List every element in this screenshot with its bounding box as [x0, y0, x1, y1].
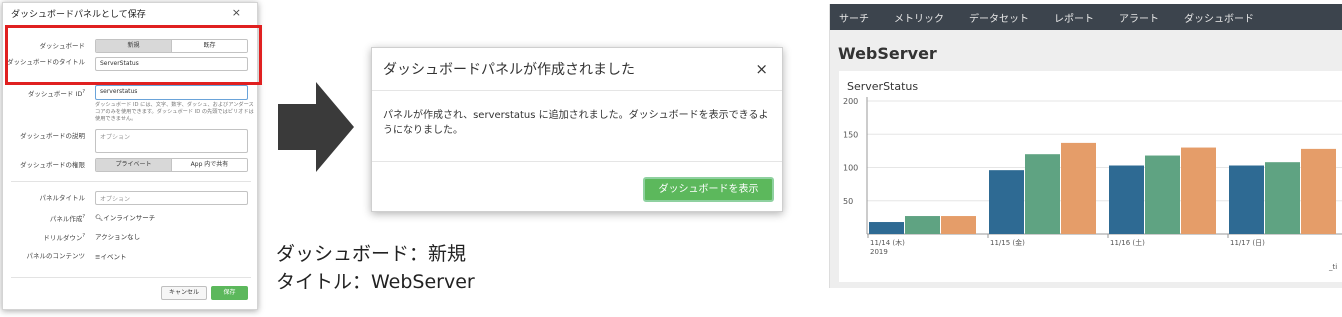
- content-label: パネルのコンテンツ: [26, 252, 86, 260]
- dialog-title: ダッシュボードパネルとして保存: [11, 10, 146, 20]
- nav-datasets[interactable]: データセット: [969, 10, 1029, 25]
- panel-create-label: パネル作成?: [49, 214, 85, 224]
- cancel-button[interactable]: キャンセル: [161, 286, 207, 300]
- dialog-title: ダッシュボードパネルが作成されました: [383, 62, 635, 78]
- close-icon[interactable]: ×: [755, 60, 768, 78]
- id-row: ダッシュボード ID? serverstatus: [3, 85, 259, 101]
- content-row: パネルのコンテンツ ≡イベント: [3, 249, 259, 265]
- nav-metrics[interactable]: メトリック: [894, 10, 944, 25]
- panel-title: ServerStatus: [847, 80, 919, 93]
- panel-create-value: 🔍︎インラインサーチ: [95, 214, 156, 222]
- caption: ダッシュボード：新規 タイトル：WebServer: [276, 240, 475, 296]
- bar-chart: 50 100 150 200 11/14 (木) 11/15 (金) 11/16 (土) 11…: [843, 97, 1342, 271]
- panel-title-input[interactable]: オプション: [95, 191, 248, 205]
- y-tick-label: 100: [843, 164, 858, 173]
- caption-line-dashboard: ダッシュボード：新規: [276, 243, 467, 265]
- dashboard-view: サーチ メトリック データセット レポート アラート ダッシュボード WebSe…: [829, 4, 1342, 288]
- x-tick-label: 11/14 (木): [870, 238, 905, 247]
- chart-bar: [1025, 154, 1060, 234]
- y-tick-label: 200: [843, 97, 858, 106]
- close-icon[interactable]: ×: [232, 6, 241, 19]
- panel-title-label: パネルタイトル: [39, 194, 86, 202]
- chart-bar: [1301, 148, 1336, 234]
- nav-reports[interactable]: レポート: [1054, 10, 1094, 25]
- description-textarea[interactable]: オプション: [95, 129, 248, 153]
- x-year-label: 2019: [870, 248, 888, 256]
- chart-panel: 50 100 150 200 11/14 (木) 11/15 (金) 11/16 (土) 11…: [839, 71, 1342, 282]
- dashboard-title: WebServer: [838, 44, 937, 63]
- footer-divider: [11, 277, 251, 278]
- x-tick-label: 11/15 (金): [990, 238, 1025, 247]
- content-value: ≡イベント: [95, 253, 127, 261]
- chart-bar: [1061, 142, 1096, 234]
- y-tick-label: 150: [843, 130, 858, 139]
- private-option[interactable]: プライベート: [96, 159, 171, 171]
- chart-bar: [1145, 155, 1180, 234]
- perm-row: ダッシュボードの権限 プライベート App 内で共有: [3, 158, 259, 174]
- chart-bar: [1109, 165, 1144, 234]
- chart-bar: [941, 216, 976, 234]
- permission-toggle: プライベート App 内で共有: [95, 158, 248, 172]
- view-dashboard-button[interactable]: ダッシュボードを表示: [643, 177, 774, 202]
- chart-bar: [1265, 162, 1300, 234]
- nav-alerts[interactable]: アラート: [1119, 10, 1159, 25]
- drilldown-value: アクションなし: [95, 233, 141, 241]
- drilldown-label: ドリルダウン?: [43, 233, 85, 243]
- nav-search[interactable]: サーチ: [839, 10, 869, 25]
- top-nav: サーチ メトリック データセット レポート アラート ダッシュボード: [830, 4, 1342, 30]
- perm-label: ダッシュボードの権限: [20, 161, 85, 169]
- panel-create-row: パネル作成? 🔍︎インラインサーチ: [3, 210, 259, 226]
- id-help-text: ダッシュボード ID には、文字、数字、ダッシュ、およびアンダースコアのみを使用…: [95, 102, 254, 122]
- highlight-box: [5, 25, 262, 85]
- right-arrow-icon: [278, 82, 354, 172]
- chart-bar: [905, 216, 940, 234]
- dialog-message: パネルが作成され、serverstatus に追加されました。ダッシュボードを表…: [383, 110, 769, 136]
- id-label: ダッシュボード ID?: [27, 89, 85, 99]
- x-tick-label: 11/16 (土): [1110, 238, 1145, 247]
- save-button[interactable]: 保存: [211, 286, 248, 300]
- chart-bar: [869, 222, 904, 234]
- divider: [372, 161, 782, 162]
- chart-bar: [1229, 165, 1264, 234]
- nav-dashboards[interactable]: ダッシュボード: [1184, 10, 1254, 25]
- desc-label: ダッシュボードの説明: [20, 132, 85, 140]
- x-tick-label: 11/17 (日): [1230, 239, 1265, 247]
- caption-line-title: タイトル：WebServer: [276, 271, 475, 293]
- chart-bar: [989, 170, 1024, 234]
- shared-option[interactable]: App 内で共有: [171, 159, 247, 171]
- desc-row: ダッシュボードの説明 オプション: [3, 129, 259, 153]
- divider: [372, 90, 782, 91]
- dialog-header: ダッシュボードパネルとして保存 ×: [3, 3, 257, 25]
- x-axis-label: _ti: [1328, 263, 1337, 271]
- drilldown-row: ドリルダウン? アクションなし: [3, 229, 259, 245]
- chart-bar: [1181, 147, 1216, 234]
- panel-created-dialog: ダッシュボードパネルが作成されました × パネルが作成され、serverstat…: [371, 47, 783, 212]
- y-tick-label: 50: [843, 197, 853, 206]
- divider: [11, 181, 251, 182]
- panel-title-row: パネルタイトル オプション: [3, 191, 259, 207]
- dashboard-id-input[interactable]: serverstatus: [95, 85, 248, 100]
